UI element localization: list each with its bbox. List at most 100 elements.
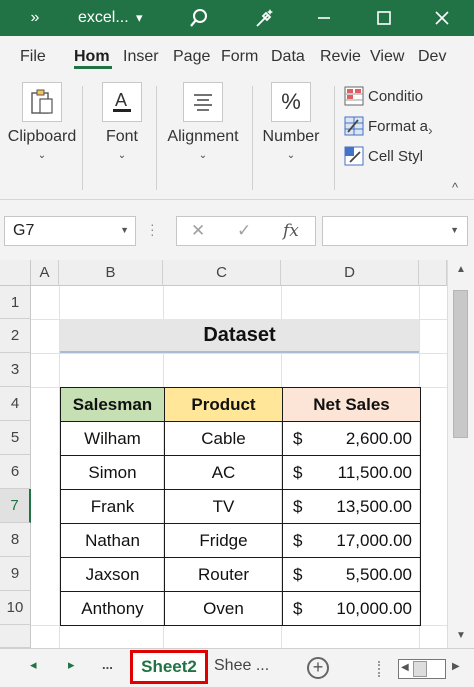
product-cell[interactable]: AC [164, 455, 283, 490]
collapse-ribbon-icon[interactable]: ^ [452, 180, 458, 195]
scroll-up-icon[interactable]: ▲ [456, 264, 466, 275]
file-menu-chevron-icon[interactable]: ▾ [136, 0, 143, 36]
vertical-scrollbar[interactable]: ▲ ▼ [447, 260, 474, 648]
column-header-a[interactable]: A [31, 260, 59, 286]
row-header-8[interactable]: 8 [0, 523, 31, 557]
tab-file[interactable]: File [20, 48, 46, 66]
salesman-cell[interactable]: Anthony [60, 591, 165, 626]
clipboard-chevron-icon: ⌄ [37, 150, 47, 161]
font-color-icon[interactable]: A [102, 82, 142, 122]
formula-bar-grip-icon[interactable]: · · · [150, 217, 155, 241]
close-icon[interactable] [430, 0, 454, 36]
minimize-icon[interactable] [312, 0, 336, 36]
number-group[interactable]: % Number ⌄ [260, 82, 322, 161]
tab-split-handle[interactable] [378, 661, 380, 677]
header-product[interactable]: Product [164, 387, 283, 422]
net-sales-cell[interactable]: $11,500.00 [282, 455, 421, 490]
salesman-cell[interactable]: Frank [60, 489, 165, 524]
salesman-cell[interactable]: Jaxson [60, 557, 165, 592]
product-cell[interactable]: Oven [164, 591, 283, 626]
row-header-4[interactable]: 4 [0, 387, 31, 421]
restore-icon[interactable] [372, 0, 396, 36]
row-header-9[interactable]: 9 [0, 557, 31, 591]
product-cell[interactable]: Router [164, 557, 283, 592]
salesman-cell[interactable]: Simon [60, 455, 165, 490]
font-group[interactable]: A Font ⌄ [100, 82, 144, 161]
scroll-left-icon[interactable]: ◀ [401, 662, 409, 673]
tab-home[interactable]: Hom [74, 48, 110, 66]
formula-input[interactable]: ▼ [322, 216, 468, 246]
row-header-5[interactable]: 5 [0, 421, 31, 455]
ribbon-expand-icon[interactable]: › [428, 122, 433, 138]
worksheet-grid[interactable]: A B C D 1 2 3 4 5 6 7 8 9 10 Dataset Sal… [0, 260, 474, 648]
column-header-b[interactable]: B [59, 260, 163, 286]
net-sales-value: 11,500.00 [337, 462, 412, 482]
column-header-d[interactable]: D [281, 260, 419, 286]
salesman-cell[interactable]: Wilham [60, 421, 165, 456]
format-as-table-button[interactable]: Format a [344, 116, 428, 136]
cell-styles-button[interactable]: Cell Styl [344, 146, 423, 166]
next-sheet-icon[interactable]: ▸ [68, 657, 75, 673]
insert-function-icon[interactable]: fx [283, 221, 299, 241]
tab-data[interactable]: Data [271, 48, 305, 66]
file-name[interactable]: excel... [78, 0, 129, 36]
row-header-3[interactable]: 3 [0, 353, 31, 387]
net-sales-cell[interactable]: $2,600.00 [282, 421, 421, 456]
percent-icon[interactable]: % [271, 82, 311, 122]
name-box[interactable]: G7 ▼ [4, 216, 136, 246]
sheet-tab-active[interactable]: Sheet2 [130, 650, 208, 684]
conditional-formatting-icon [344, 86, 364, 106]
cancel-icon[interactable]: ✕ [191, 221, 205, 241]
product-cell[interactable]: Fridge [164, 523, 283, 558]
previous-sheet-icon[interactable]: ◂ [30, 657, 37, 673]
name-box-chevron-icon[interactable]: ▼ [120, 225, 129, 235]
row-header-6[interactable]: 6 [0, 455, 31, 489]
header-net-sales[interactable]: Net Sales [282, 387, 421, 422]
enter-icon[interactable]: ✓ [237, 221, 251, 241]
wand-icon[interactable] [252, 0, 278, 36]
add-sheet-button[interactable]: + [307, 657, 329, 679]
tab-developer[interactable]: Dev [418, 48, 446, 66]
row-header-11[interactable] [0, 625, 31, 648]
currency-symbol: $ [293, 564, 303, 584]
product-cell[interactable]: TV [164, 489, 283, 524]
search-icon[interactable] [186, 0, 212, 36]
vertical-scroll-thumb[interactable] [453, 290, 468, 438]
clipboard-icon[interactable] [22, 82, 62, 122]
tab-view[interactable]: View [370, 48, 404, 66]
column-header-e[interactable] [419, 260, 447, 286]
more-sheets-left[interactable]: ... [102, 657, 113, 672]
alignment-group[interactable]: Alignment ⌄ [164, 82, 242, 161]
net-sales-cell[interactable]: $5,500.00 [282, 557, 421, 592]
tab-insert[interactable]: Inser [123, 48, 159, 66]
row-header-10[interactable]: 10 [0, 591, 31, 625]
scroll-right-icon[interactable]: ▶ [452, 661, 460, 672]
currency-symbol: $ [293, 496, 303, 516]
net-sales-cell[interactable]: $17,000.00 [282, 523, 421, 558]
net-sales-cell[interactable]: $10,000.00 [282, 591, 421, 626]
net-sales-value: 2,600.00 [345, 428, 412, 448]
horizontal-scroll-thumb[interactable] [413, 661, 427, 677]
expand-formula-bar-icon[interactable]: ▼ [450, 225, 459, 235]
tab-formulas[interactable]: Form [221, 48, 258, 66]
salesman-cell[interactable]: Nathan [60, 523, 165, 558]
net-sales-cell[interactable]: $13,500.00 [282, 489, 421, 524]
tab-page-layout[interactable]: Page [173, 48, 210, 66]
conditional-formatting-button[interactable]: Conditio [344, 86, 423, 106]
scroll-down-icon[interactable]: ▼ [456, 630, 466, 641]
row-header-7[interactable]: 7 [0, 489, 31, 523]
row-header-1[interactable]: 1 [0, 286, 31, 319]
align-icon[interactable] [183, 82, 223, 122]
overflow-icon[interactable]: » [24, 0, 46, 36]
column-header-c[interactable]: C [163, 260, 281, 286]
header-salesman[interactable]: Salesman [60, 387, 165, 422]
currency-symbol: $ [293, 598, 303, 618]
row-header-2[interactable]: 2 [0, 319, 31, 353]
sheet-tab-other[interactable]: Shee ... [214, 657, 269, 675]
dataset-title[interactable]: Dataset [60, 319, 419, 353]
clipboard-group[interactable]: Clipboard ⌄ [8, 82, 76, 161]
select-all-corner[interactable] [0, 260, 31, 286]
tab-review[interactable]: Revie [320, 48, 361, 66]
product-cell[interactable]: Cable [164, 421, 283, 456]
horizontal-scrollbar[interactable]: ◀ [398, 659, 446, 679]
